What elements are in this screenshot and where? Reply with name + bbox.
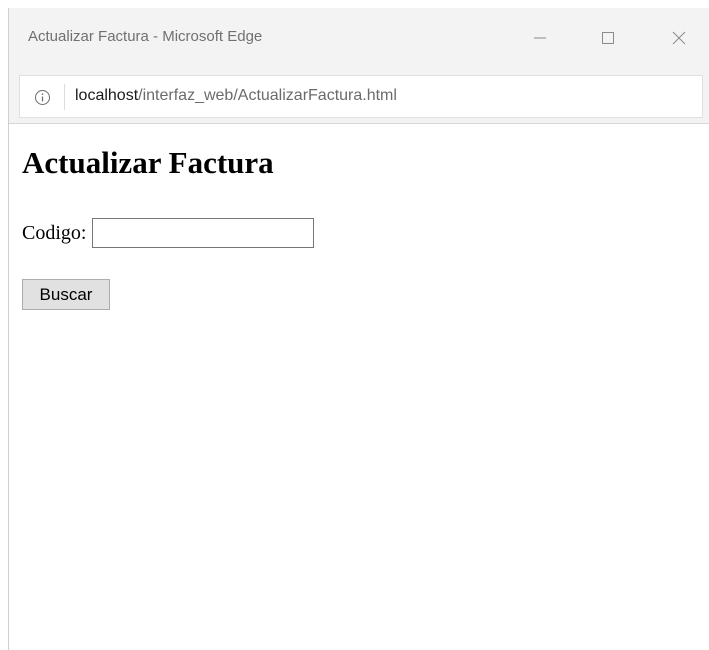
codigo-row: Codigo: [22, 218, 315, 248]
codigo-input[interactable] [92, 218, 315, 248]
url-path: /interfaz_web/ActualizarFactura.html [138, 87, 397, 104]
buscar-button[interactable]: Buscar [22, 279, 110, 310]
codigo-label: Codigo: [22, 221, 87, 244]
title-bar: Actualizar Factura - Microsoft Edge [9, 8, 709, 68]
maximize-icon [602, 32, 614, 44]
url-text[interactable]: localhost/interfaz_web/ActualizarFactura… [75, 87, 397, 105]
page-title: Actualizar Factura [22, 145, 274, 180]
close-button[interactable] [656, 20, 702, 56]
minimize-button[interactable] [517, 20, 563, 56]
address-divider [64, 84, 65, 110]
browser-window: Actualizar Factura - Microsoft Edge loca… [8, 8, 709, 650]
window-title: Actualizar Factura - Microsoft Edge [28, 28, 263, 45]
address-box[interactable]: localhost/interfaz_web/ActualizarFactura… [19, 75, 703, 118]
info-icon[interactable] [34, 89, 51, 106]
url-host: localhost [75, 87, 139, 104]
minimize-icon [534, 37, 546, 39]
close-icon [672, 31, 686, 45]
address-bar: localhost/interfaz_web/ActualizarFactura… [9, 68, 709, 124]
maximize-button[interactable] [585, 20, 631, 56]
page-content: Actualizar Factura Codigo: Buscar [9, 125, 709, 650]
